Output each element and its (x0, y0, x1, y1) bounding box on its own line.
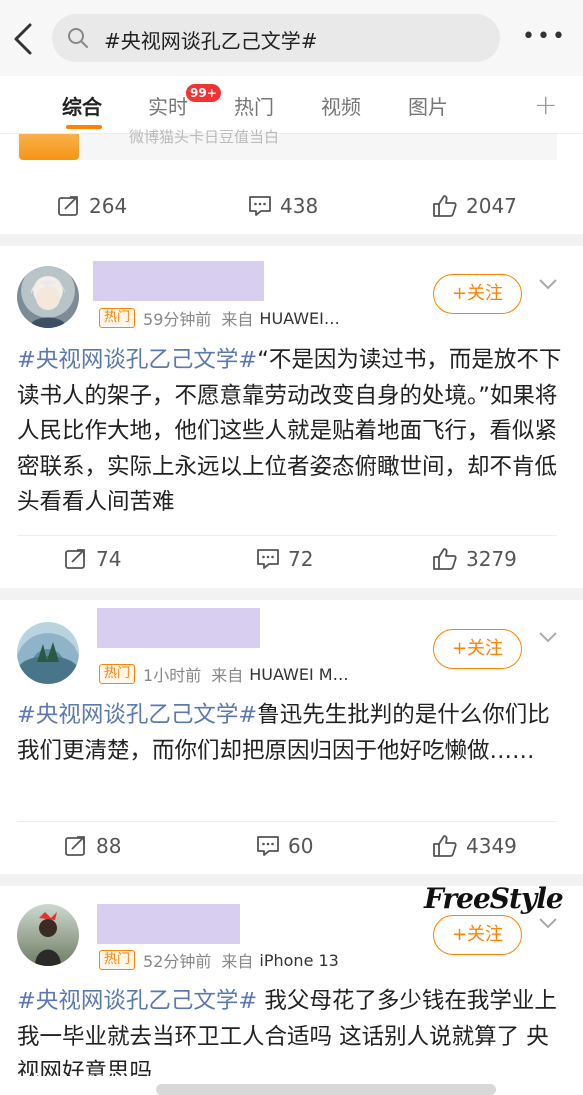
follow-button[interactable]: +关注 (433, 915, 522, 955)
thumbs-up-icon (433, 548, 457, 570)
device-name: iPhone 13 (259, 950, 339, 970)
repost-count: 264 (89, 194, 128, 218)
username-redacted[interactable] (97, 608, 260, 648)
post-actions: 264 438 2047 (0, 183, 583, 229)
more-options-button[interactable]: ••• (522, 24, 565, 54)
plus-icon: + (451, 283, 468, 304)
like-count: 3279 (466, 547, 517, 571)
post-meta: 热门 59分钟前 来自 HUAWEI… (99, 307, 340, 329)
avatar[interactable] (17, 266, 79, 328)
follow-label: 关注 (467, 283, 504, 304)
post-card: 热门 1小时前 来自 HUAWEI M… +关注 #央视网谈孔乙己文学#鲁迅先生… (0, 600, 583, 874)
search-query-text: #央视网谈孔乙己文学# (104, 29, 318, 53)
search-tabs: 综合 实时 99+ 热门 视频 图片 + (0, 76, 583, 134)
back-arrow-icon[interactable] (10, 22, 36, 56)
repost-button[interactable]: 74 (64, 546, 121, 572)
freestyle-watermark: FreeStyle (424, 882, 564, 915)
repost-button[interactable]: 88 (64, 833, 121, 859)
follow-label: 关注 (467, 924, 504, 945)
thumbs-up-icon (433, 195, 457, 217)
tab-hot[interactable]: 热门 (234, 91, 274, 120)
comment-icon (257, 549, 279, 569)
tab-video[interactable]: 视频 (321, 91, 361, 120)
repost-button[interactable]: 264 (57, 193, 127, 219)
comment-count: 438 (280, 194, 319, 218)
realtime-badge: 99+ (186, 84, 221, 102)
like-button[interactable]: 2047 (432, 193, 517, 219)
chevron-down-icon[interactable] (538, 277, 558, 291)
hot-tag: 热门 (99, 950, 136, 970)
hot-tag: 热门 (99, 308, 136, 328)
previous-post-card: 微博猫头卡日豆值当白 264 438 2047 (0, 128, 583, 234)
comment-button[interactable]: 60 (256, 833, 313, 859)
comment-icon (257, 836, 279, 856)
tab-images[interactable]: 图片 (408, 91, 448, 120)
repost-count: 74 (96, 547, 122, 571)
follow-label: 关注 (467, 638, 504, 659)
plus-icon: + (451, 924, 468, 945)
comment-count: 60 (288, 834, 314, 858)
post-content: #央视网谈孔乙己文学#鲁迅先生批判的是什么你们比我们更清楚，而你们却把原因归因于… (17, 698, 565, 769)
add-tab-button[interactable]: + (534, 88, 557, 121)
topic-link[interactable]: #央视网谈孔乙己文学# (17, 702, 257, 728)
post-card: 热门 59分钟前 来自 HUAWEI… +关注 #央视网谈孔乙己文学#“不是因为… (0, 246, 583, 588)
tab-realtime[interactable]: 实时 (148, 91, 188, 120)
topic-link[interactable]: #央视网谈孔乙己文学# (17, 347, 257, 373)
avatar[interactable] (17, 622, 79, 684)
like-count: 4349 (466, 834, 517, 858)
comment-count: 72 (288, 547, 314, 571)
follow-button[interactable]: +关注 (433, 629, 522, 669)
prev-partial-text: 微博猫头卡日豆值当白 (129, 128, 280, 146)
repost-count: 88 (96, 834, 122, 858)
like-button[interactable]: 3279 (432, 546, 517, 572)
prev-thumbnail (19, 134, 79, 160)
search-input[interactable]: #央视网谈孔乙己文学# (52, 14, 500, 62)
from-label: 来自 (221, 952, 254, 971)
plus-icon: + (451, 638, 468, 659)
post-actions: 74 72 3279 (0, 536, 583, 582)
topic-link[interactable]: #央视网谈孔乙己文学# (17, 988, 257, 1014)
like-count: 2047 (466, 194, 517, 218)
from-label: 来自 (221, 310, 254, 329)
home-indicator[interactable] (156, 1084, 496, 1095)
post-content: #央视网谈孔乙己文学#“不是因为读过书，而是放不下读书人的架子，不愿意靠劳动改变… (17, 343, 565, 521)
follow-button[interactable]: +关注 (433, 274, 522, 314)
from-label: 来自 (211, 666, 244, 685)
home-indicator-bar (0, 1076, 583, 1095)
hot-tag: 热门 (99, 664, 136, 684)
repost-icon (65, 836, 85, 856)
device-name: HUAWEI… (259, 308, 340, 328)
avatar-image (18, 642, 78, 684)
thumbs-up-icon (433, 835, 457, 857)
username-redacted[interactable] (93, 261, 264, 301)
prev-link-card[interactable]: 微博猫头卡日豆值当白 (17, 128, 557, 160)
avatar[interactable] (17, 904, 79, 966)
tab-comprehensive[interactable]: 综合 (62, 91, 102, 120)
post-time: 52分钟前 (143, 952, 212, 971)
post-meta: 热门 52分钟前 来自 iPhone 13 (99, 949, 339, 971)
username-redacted[interactable] (97, 904, 240, 944)
post-time: 59分钟前 (143, 310, 212, 329)
repost-icon (58, 196, 78, 216)
comment-button[interactable]: 438 (248, 193, 318, 219)
device-name: HUAWEI M… (249, 664, 349, 684)
search-header: #央视网谈孔乙己文学# ••• (0, 0, 583, 76)
post-time: 1小时前 (143, 666, 202, 685)
comment-icon (249, 196, 271, 216)
chevron-down-icon[interactable] (538, 916, 558, 930)
post-meta: 热门 1小时前 来自 HUAWEI M… (99, 663, 349, 685)
search-icon (68, 28, 88, 48)
post-actions: 88 60 4349 (0, 823, 583, 869)
comment-button[interactable]: 72 (256, 546, 313, 572)
avatar-image (29, 280, 67, 328)
repost-icon (65, 549, 85, 569)
avatar-image (35, 912, 61, 966)
like-button[interactable]: 4349 (432, 833, 517, 859)
chevron-down-icon[interactable] (538, 630, 558, 644)
divider (17, 821, 557, 822)
post-content: #央视网谈孔乙己文学# 我父母花了多少钱在我学业上 我一毕业就去当环卫工人合适吗… (17, 984, 565, 1076)
active-tab-indicator (66, 125, 102, 129)
